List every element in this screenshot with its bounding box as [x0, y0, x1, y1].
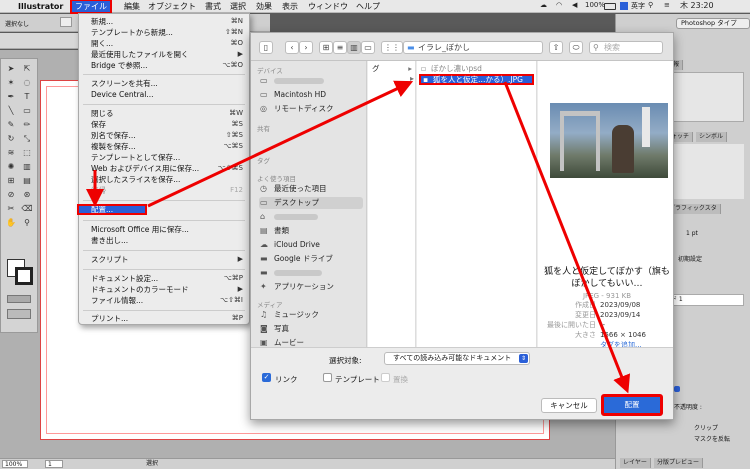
arrow-to-file	[147, 80, 414, 208]
annotation-arrows	[86, 80, 631, 394]
arrow-to-place-button	[503, 81, 631, 394]
